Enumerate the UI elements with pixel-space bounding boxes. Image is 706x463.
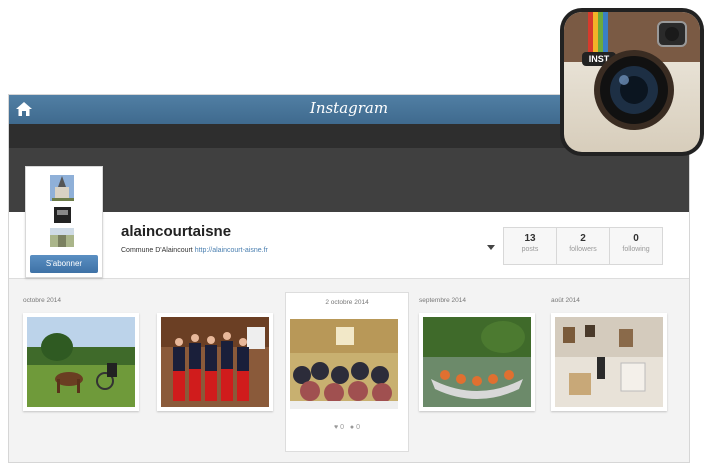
month-label: septembre 2014 [419, 297, 466, 304]
stat-label: following [622, 246, 650, 253]
stat-label: followers [569, 246, 597, 253]
photo-grid: octobre 2014 2 octobre 2014 ♥ 0 ● 0 sept… [23, 292, 683, 455]
avatar-card: S'abonner [25, 166, 103, 278]
photo-thumbnail[interactable] [419, 313, 535, 411]
like-count: 0 [340, 424, 345, 431]
heart-icon[interactable]: ♥ [334, 424, 338, 431]
chevron-down-icon[interactable] [487, 245, 495, 250]
photo-thumbnail[interactable] [157, 313, 273, 411]
stat-followers[interactable]: 2 followers [557, 228, 610, 264]
profile-stats: 13 posts 2 followers 0 following [503, 227, 663, 265]
month-label [157, 295, 273, 307]
bio-name: Commune D'Alaincourt [121, 247, 193, 254]
comment-icon[interactable]: ● [350, 424, 354, 431]
instagram-logo-icon: INST [560, 8, 704, 156]
photo-thumbnail[interactable] [23, 313, 139, 411]
stat-following[interactable]: 0 following [610, 228, 662, 264]
photo-column: août 2014 [551, 295, 667, 416]
stat-number: 13 [524, 233, 536, 244]
month-label: août 2014 [551, 297, 580, 304]
profile-username: alaincourtaisne [121, 223, 232, 240]
comment-count: 0 [356, 424, 360, 431]
featured-post[interactable]: 2 octobre 2014 ♥ 0 ● 0 [285, 292, 409, 452]
stat-label: posts [521, 246, 539, 253]
avatar [34, 173, 92, 249]
month-label: 2 octobre 2014 [325, 299, 369, 306]
follow-button[interactable]: S'abonner [30, 255, 98, 273]
month-label: octobre 2014 [23, 297, 61, 304]
photo-column: octobre 2014 [23, 295, 139, 416]
photo-column: septembre 2014 [419, 295, 535, 416]
stat-number: 0 [633, 233, 639, 244]
photo-column [157, 295, 273, 416]
photo-thumbnail[interactable] [286, 315, 402, 413]
stat-posts[interactable]: 13 posts [504, 228, 557, 264]
profile-bio: Commune D'Alaincourt http://alaincourt-a… [121, 247, 268, 254]
photo-thumbnail[interactable] [551, 313, 667, 411]
post-engagement: ♥ 0 ● 0 [286, 424, 408, 431]
stat-number: 2 [580, 233, 586, 244]
bio-link[interactable]: http://alaincourt-aisne.fr [195, 247, 268, 254]
